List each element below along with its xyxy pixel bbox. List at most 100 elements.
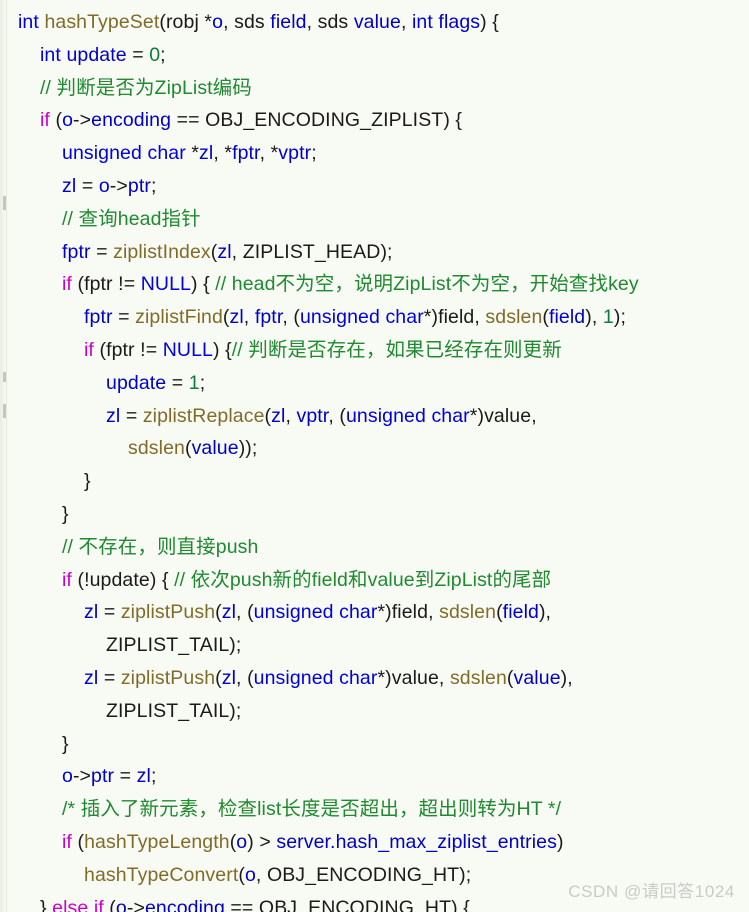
code-token-pl: (: [496, 601, 503, 624]
code-token-fn: ziplistReplace: [142, 404, 265, 427]
code-token-id: update: [66, 43, 127, 66]
code-token-pl: ) >: [247, 830, 277, 853]
code-token-num: 1: [602, 306, 614, 329]
code-token-id: fptr: [84, 306, 113, 329]
code-token-pl: ==: [224, 896, 259, 912]
code-token-id: fptr: [254, 306, 283, 329]
code-token-typ: unsigned char: [299, 306, 424, 329]
code-line: o->ptr = zl;: [0, 760, 749, 793]
code-token-id: flags: [438, 11, 481, 33]
code-line: ZIPLIST_TAIL);: [0, 629, 749, 662]
code-token-pl: (: [184, 437, 192, 460]
code-token-pl: ),: [538, 601, 552, 624]
code-token-pl: ->: [73, 109, 92, 132]
code-token-id: ptr: [127, 174, 151, 197]
code-token-pl: !=: [134, 338, 163, 361]
code-token-id: zl: [199, 142, 214, 165]
code-token-id: zl: [84, 601, 99, 624]
code-token-pl: (: [71, 273, 85, 296]
code-token-pl: ) {: [149, 568, 175, 591]
code-token-pl: ,: [285, 404, 297, 427]
code-token-pl: }: [40, 896, 53, 912]
code-token-pl: OBJ_ENCODING_ZIPLIST: [205, 109, 444, 132]
code-line: if (o->encoding == OBJ_ENCODING_ZIPLIST)…: [0, 104, 749, 137]
code-token-pl: =: [98, 601, 121, 624]
code-line: zl = ziplistReplace(zl, vptr, (unsigned …: [0, 400, 749, 433]
code-token-pl: ,: [306, 11, 318, 33]
code-token-pl: (: [238, 863, 245, 886]
code-token-pl: }: [84, 470, 91, 493]
code-token-kw: if: [62, 568, 72, 591]
code-token-fn: sdslen: [485, 306, 543, 329]
code-token-id: zl: [217, 240, 232, 263]
code-token-pl: *: [185, 142, 200, 165]
code-token-pl: ,: [428, 601, 440, 624]
code-line: if (fptr != NULL) { // head不为空，说明ZipList…: [0, 268, 749, 301]
code-token-pl: }: [62, 502, 69, 525]
code-line: }: [0, 498, 749, 531]
code-token-pl: ) {: [451, 896, 470, 912]
code-token-pl: ;: [160, 43, 166, 66]
code-token-kw: if: [62, 273, 72, 296]
code-token-typ: int: [411, 11, 433, 33]
code-line: if (fptr != NULL) {// 判断是否存在，如果已经存在则更新: [0, 334, 749, 367]
code-token-pl: ));: [238, 437, 258, 460]
code-token-pl: (: [215, 666, 222, 689]
code-token-typ: unsigned char: [62, 142, 186, 165]
code-token-pl: ) {: [190, 273, 216, 296]
code-token-pl: fptr: [106, 338, 135, 361]
code-token-id: update: [106, 371, 167, 394]
code-token-id: zl: [84, 666, 99, 689]
code-token-pl: !=: [112, 273, 141, 296]
code-token-pl: , (: [236, 601, 254, 624]
code-token-cm: // 判断是否为ZipList编码: [40, 76, 252, 99]
code-token-pl: (: [506, 666, 514, 689]
code-token-pl: *): [469, 404, 485, 427]
code-token-fn: hashTypeConvert: [84, 863, 239, 886]
code-token-pl: , (: [328, 404, 346, 427]
code-token-fn: ziplistFind: [135, 306, 223, 329]
code-line: // 不存在，则直接push: [0, 531, 749, 564]
code-line: /* 插入了新元素，检查list长度是否超出，超出则转为HT */: [0, 793, 749, 826]
code-token-typ: int: [40, 43, 61, 66]
code-token-fn: sdslen: [128, 437, 185, 460]
code-token-pl: ),: [560, 666, 573, 689]
code-token-fn: sdslen: [439, 601, 497, 624]
code-token-typ: unsigned char: [253, 601, 378, 624]
code-token-id: field: [270, 11, 307, 33]
code-token-pl: *): [377, 666, 392, 689]
code-token-fn: hashTypeSet: [44, 11, 160, 33]
code-block[interactable]: int hashTypeSet(robj *o, sds field, sds …: [0, 0, 749, 912]
code-token-pl: *: [198, 11, 213, 33]
code-token-id: o: [98, 174, 110, 197]
code-token-cm: // 查询head指针: [62, 207, 201, 230]
code-token-fn: ziplistPush: [120, 601, 216, 624]
code-token-pl: *): [423, 306, 439, 329]
code-line: sdslen(value));: [0, 432, 749, 465]
code-token-id: encoding: [144, 896, 225, 912]
code-line: // 判断是否为ZipList编码: [0, 72, 749, 105]
code-token-pl: OBJ_ENCODING_HT: [258, 896, 452, 912]
code-token-id: ptr: [91, 765, 115, 788]
code-token-pl: ZIPLIST_TAIL: [106, 699, 230, 722]
code-line: }: [0, 465, 749, 498]
code-token-fn: ziplistPush: [120, 666, 216, 689]
code-token-id: zl: [106, 404, 121, 427]
code-token-pl: ->: [126, 896, 145, 912]
code-token-pl: field: [391, 601, 429, 624]
code-token-pl: ): [556, 830, 564, 853]
code-token-id: o: [62, 765, 73, 788]
code-token-pl: (: [222, 306, 230, 329]
code-token-typ: unsigned char: [253, 666, 378, 689]
code-line: if (!update) { // 依次push新的field和value到Zi…: [0, 564, 749, 597]
code-token-id: value: [353, 11, 401, 33]
code-token-pl: (: [542, 306, 549, 329]
code-token-pl: ,: [223, 11, 235, 33]
code-token-pl: ,: [531, 404, 537, 427]
code-token-pl: =: [98, 666, 121, 689]
code-token-pl: update: [89, 568, 150, 591]
code-line: ZIPLIST_TAIL);: [0, 695, 749, 728]
code-token-pl: , *: [259, 142, 279, 165]
code-token-kw: if: [40, 109, 50, 132]
code-line: unsigned char *zl, *fptr, *vptr;: [0, 137, 749, 170]
